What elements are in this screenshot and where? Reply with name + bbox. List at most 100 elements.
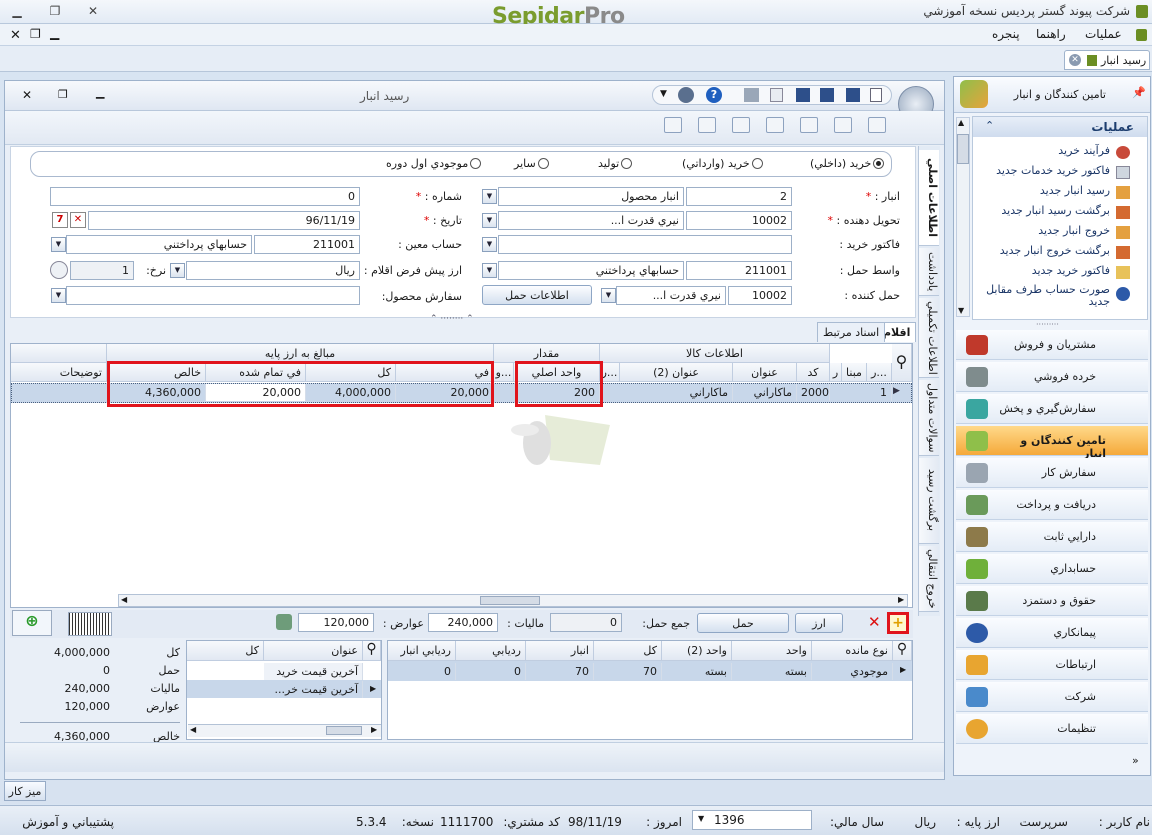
cell-stock-tracking[interactable]: 0 (456, 663, 526, 680)
col-tozihat[interactable]: توضيحات (11, 363, 107, 382)
ops-scroll-down-icon[interactable]: ▼ (958, 306, 964, 315)
zoom-in-icon[interactable]: ⊕ (12, 610, 52, 636)
cell-radif[interactable]: 1 (867, 384, 892, 401)
haml-name-field[interactable]: نيري قدرت ا... (616, 286, 726, 305)
col-stock-type[interactable]: نوع مانده (812, 641, 893, 661)
op-new-issue-return[interactable]: برگشت خروج انبار جديد (978, 244, 1110, 264)
barcode-icon[interactable] (68, 612, 112, 636)
grid-search-icon[interactable]: ⚲ (892, 344, 912, 382)
nav-communications[interactable]: ارتباطات (956, 650, 1148, 680)
desk-button[interactable]: ميز كار (4, 781, 46, 801)
window-restore-icon[interactable]: ❐ (58, 88, 68, 101)
calc-icon[interactable] (664, 117, 682, 133)
radio-purchase-domestic[interactable]: خريد (داخلي) (810, 157, 885, 170)
cell-title2[interactable]: ماكاراني (620, 384, 733, 401)
close-tab-icon[interactable]: ✕ (1069, 54, 1081, 66)
op-new-receipt-return[interactable]: برگشت رسيد انبار جديد (978, 204, 1110, 224)
nav-treasury[interactable]: دريافت و پرداخت (956, 490, 1148, 520)
haml-button[interactable]: حمل (697, 613, 789, 633)
window-close-icon[interactable]: ✕ (22, 88, 32, 102)
col-stock-unit2[interactable]: واحد (2) (662, 641, 732, 661)
cell-stock-type[interactable]: موجودي (812, 663, 893, 680)
col-title2[interactable]: عنوان (2) (620, 363, 733, 382)
tahvil-code-field[interactable]: 10002 (686, 211, 792, 230)
nav-retail[interactable]: خرده فروشي (956, 362, 1148, 392)
tab-receipt[interactable]: ✕ رسيد انبار (1064, 50, 1150, 70)
print-record-icon[interactable] (732, 117, 750, 133)
anbar-code-field[interactable]: 2 (686, 187, 792, 206)
nav-work-order[interactable]: سفارش كار (956, 458, 1148, 488)
arz-dropdown-icon[interactable]: ▼ (170, 263, 185, 278)
sefaresh-field[interactable] (66, 286, 360, 305)
haml-code-field[interactable]: 10002 (728, 286, 792, 305)
nav-company[interactable]: شركت (956, 682, 1148, 712)
restore-child-icon[interactable]: ❐ (30, 27, 41, 41)
menu-help[interactable]: راهنما (1036, 27, 1066, 41)
price-scroll-thumb[interactable] (326, 726, 362, 735)
tools-icon[interactable] (678, 87, 694, 103)
avarez-field[interactable]: 120,000 (298, 613, 374, 632)
col-price-title[interactable]: عنوان (264, 641, 363, 661)
nav-settings[interactable]: تنظيمات (956, 714, 1148, 744)
edit-record-icon[interactable] (868, 117, 886, 133)
nav-supply[interactable]: تامين كنندگان و انبار (956, 426, 1148, 460)
price-search-icon[interactable]: ⚲ (363, 641, 381, 661)
op-new-receipt[interactable]: رسيد انبار جديد (978, 184, 1110, 204)
col-r[interactable]: ر (830, 363, 842, 382)
ops-scroll-thumb[interactable] (957, 134, 969, 164)
vtab-main-info[interactable]: اطلاعات اصلي (919, 150, 939, 246)
op-new-counterparty-statement[interactable]: صورت حساب طرف مقابل جديد (978, 284, 1110, 312)
delete-row-icon[interactable]: ✕ (868, 613, 881, 631)
factor-dropdown-icon[interactable]: ▼ (482, 237, 497, 252)
list-item[interactable]: آخرين قيمت خر... (264, 681, 363, 698)
col-stock-anbar[interactable]: انبار (526, 641, 594, 661)
cell-stock-unit2[interactable]: بسته (662, 663, 732, 680)
attach-icon[interactable] (698, 117, 716, 133)
shomare-field[interactable]: 0 (50, 187, 360, 206)
menu-operations[interactable]: عمليات (1085, 27, 1122, 41)
col-stock-total[interactable]: كل (594, 641, 662, 661)
nav-distribution[interactable]: سفارش‌گيري و پخش (956, 394, 1148, 424)
radio-opening-stock[interactable]: موجودي اول دوره (386, 157, 482, 170)
maliat-field[interactable]: 240,000 (428, 613, 498, 632)
nav-expand-icon[interactable]: » (1132, 754, 1139, 767)
collapse-ops-icon[interactable]: ⌃ (985, 119, 994, 132)
fiscal-year-dropdown-icon[interactable]: ▼ (698, 814, 704, 823)
window-minimize-icon[interactable]: ▁ (96, 86, 104, 99)
hesab-name-field[interactable]: حسابهاي پرداختني (66, 235, 252, 254)
cell-stock-unit[interactable]: بسته (732, 663, 812, 680)
toolbar-dropdown-icon[interactable]: ▼ (660, 89, 667, 99)
help-icon[interactable]: ? (706, 87, 722, 103)
arz-button[interactable]: ارز (795, 613, 843, 633)
nav-contracting[interactable]: پيمانكاري (956, 618, 1148, 648)
close-child-icon[interactable]: ✕ (10, 28, 21, 43)
sefaresh-dropdown-icon[interactable]: ▼ (51, 288, 66, 303)
stock-search-icon[interactable]: ⚲ (893, 641, 912, 661)
radio-other[interactable]: ساير (514, 157, 549, 170)
col-code[interactable]: كد (797, 363, 830, 382)
menu-window[interactable]: پنجره (992, 27, 1020, 41)
vtab-return-receipt[interactable]: برگشت رسيد (919, 458, 939, 544)
tahvil-dropdown-icon[interactable]: ▼ (482, 213, 497, 228)
op-new-purchase-invoice[interactable]: فاكتور خريد جديد (978, 264, 1110, 284)
prev-record-icon[interactable] (766, 117, 784, 133)
col-stock-tracking-anbar[interactable]: رديابي انبار (388, 641, 456, 661)
delete-record-icon[interactable] (834, 117, 852, 133)
anbar-name-field[interactable]: انبار محصول (498, 187, 684, 206)
price-scroll-right-icon[interactable]: ▶ (371, 725, 377, 734)
save-close-icon[interactable] (796, 88, 810, 102)
support-link[interactable]: پشتيباني و آموزش (4, 815, 114, 829)
col-v[interactable]: و... (494, 363, 514, 382)
vtab-transfer-out[interactable]: خروج انتقالي (919, 546, 939, 612)
col-title[interactable]: عنوان (733, 363, 797, 382)
nav-fixed-assets[interactable]: دارايي ثابت (956, 522, 1148, 552)
vtab-notes[interactable]: يادداشت (919, 248, 939, 296)
restore-app-button[interactable]: ❐ (46, 4, 64, 20)
pin-icon[interactable]: 📌 (1132, 86, 1146, 99)
hesab-dropdown-icon[interactable]: ▼ (51, 237, 66, 252)
scroll-thumb[interactable] (480, 596, 540, 605)
cell-title[interactable]: ماكاراني (733, 384, 797, 401)
col-radif[interactable]: ر... (867, 363, 892, 382)
scroll-right-icon[interactable]: ▶ (898, 595, 904, 604)
tahvil-name-field[interactable]: نيري قدرت ا... (498, 211, 684, 230)
